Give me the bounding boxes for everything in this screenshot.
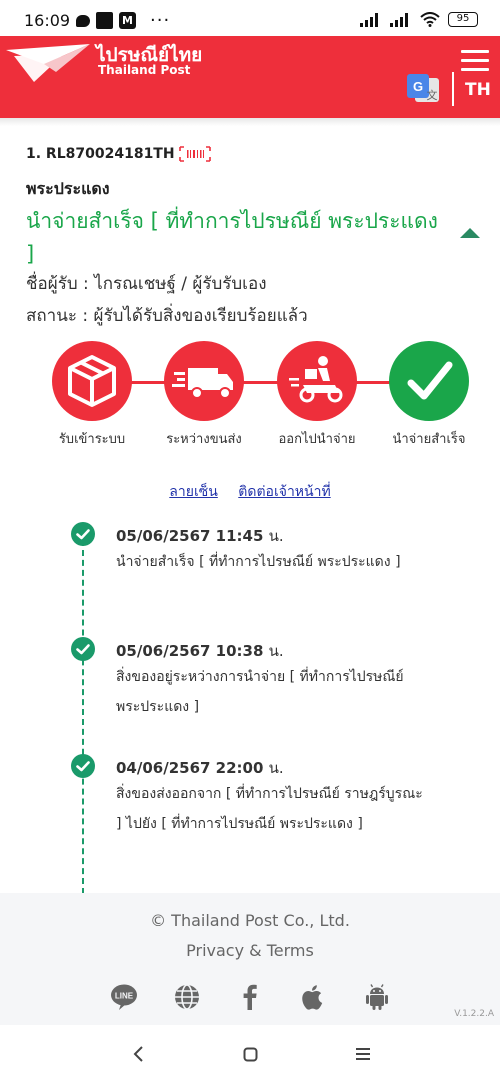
thailand-post-logo-icon[interactable] — [4, 42, 92, 88]
step-label-received: รับเข้าระบบ — [58, 432, 126, 447]
delivery-state: สถานะ : ผู้รับได้รับสิ่งของเรียบร้อยแล้ว — [26, 306, 308, 326]
step-in-transit — [164, 341, 244, 421]
timeline-date: 05/06/2567 11:45 น. — [116, 527, 284, 545]
status-time: 16:09 — [24, 11, 71, 30]
timeline-description: สิ่งของอยู่ระหว่างการนำจ่าย [ ที่ทำการไป… — [116, 669, 404, 715]
back-icon[interactable] — [124, 1041, 154, 1067]
google-translate-icon[interactable]: G 文 — [407, 74, 441, 106]
box-icon — [68, 355, 116, 407]
timeline-check-icon — [71, 522, 95, 546]
barcode-icon[interactable] — [178, 146, 211, 162]
step-out-for-delivery — [277, 341, 357, 421]
delivery-scooter-icon — [289, 356, 343, 403]
signal-icon-2 — [390, 12, 408, 27]
timeline-dashed-line — [82, 540, 84, 894]
timeline-check-icon — [71, 754, 95, 778]
tracking-number: 1. RL870024181TH — [26, 146, 211, 162]
delivery-status-title: นำจ่ายสำเร็จ [ ที่ทำการไปรษณีย์ พระประแด… — [26, 209, 438, 266]
step-label-in-transit: ระหว่างขนส่ง — [166, 432, 242, 447]
language-toggle[interactable]: TH — [465, 80, 491, 100]
more-notifications-icon: ··· — [150, 9, 171, 31]
step-label-delivered: นำจ่ายสำเร็จ — [392, 432, 466, 447]
recent-apps-icon[interactable] — [348, 1041, 378, 1067]
timeline-date: 05/06/2567 10:38 น. — [116, 642, 284, 660]
signal-icon — [360, 12, 378, 27]
home-icon[interactable] — [236, 1041, 266, 1067]
privacy-terms-link[interactable]: Privacy & Terms — [0, 941, 500, 960]
svg-text:文: 文 — [427, 88, 438, 102]
android-icon[interactable] — [363, 983, 391, 1011]
battery-icon: 95 — [448, 12, 478, 27]
copyright-text: © Thailand Post Co., Ltd. — [150, 911, 350, 930]
collapse-arrow-icon[interactable] — [460, 228, 480, 238]
check-icon — [407, 361, 453, 400]
progress-steps: รับเข้าระบบ ระหว่างขนส่ง ออกไปนำจ่าย นำจ… — [0, 340, 500, 450]
truck-icon — [172, 368, 233, 399]
m-app-icon: M — [119, 12, 136, 29]
timeline-check-icon — [71, 637, 95, 661]
app-version: V.1.2.2.A — [454, 1009, 494, 1019]
facebook-icon[interactable] — [236, 983, 264, 1011]
timeline-description: สิ่งของส่งออกจาก [ ที่ทำการไปรษณีย์ ราษฎ… — [116, 786, 423, 832]
social-links: LINE — [0, 983, 500, 1013]
contact-staff-link[interactable]: ติดต่อเจ้าหน้าที่ — [238, 484, 330, 500]
app-header: ไปรษณีย์ไทย Thailand Post G 文 TH — [0, 36, 500, 118]
hamburger-menu-icon[interactable] — [461, 50, 489, 72]
globe-icon[interactable] — [173, 983, 201, 1011]
system-icons: 95 — [360, 12, 478, 27]
recipient-name: ชื่อผู้รับ : ไกรณเชษฐ์ / ผู้รับรับเอง — [26, 274, 267, 294]
apple-icon[interactable] — [299, 983, 327, 1011]
step-label-out-for-delivery: ออกไปนำจ่าย — [278, 432, 356, 447]
notification-icons: M ··· — [76, 9, 171, 31]
brand-name-english: Thailand Post — [98, 63, 191, 77]
signature-link[interactable]: ลายเซ็น — [169, 484, 218, 500]
svg-text:G: G — [413, 79, 423, 94]
app-square-icon — [96, 12, 113, 29]
page-footer: © Thailand Post Co., Ltd. Privacy & Term… — [0, 893, 500, 1025]
line-icon[interactable]: LINE — [110, 983, 138, 1011]
timeline-date: 04/06/2567 22:00 น. — [116, 759, 284, 777]
wifi-icon — [420, 12, 440, 27]
header-shadow — [0, 118, 500, 126]
chat-bubble-icon — [76, 14, 90, 27]
timeline-description: นำจ่ายสำเร็จ [ ที่ทำการไปรษณีย์ พระประแด… — [116, 554, 401, 570]
header-divider — [452, 72, 454, 106]
system-navigation-bar — [0, 1025, 500, 1083]
step-received — [52, 341, 132, 421]
destination-office: พระประแดง — [26, 179, 110, 198]
action-links: ลายเซ็น ติดต่อเจ้าหน้าที่ — [0, 481, 500, 503]
svg-text:LINE: LINE — [115, 992, 134, 1001]
tracking-number-text: 1. RL870024181TH — [26, 146, 175, 162]
step-delivered — [389, 341, 469, 421]
